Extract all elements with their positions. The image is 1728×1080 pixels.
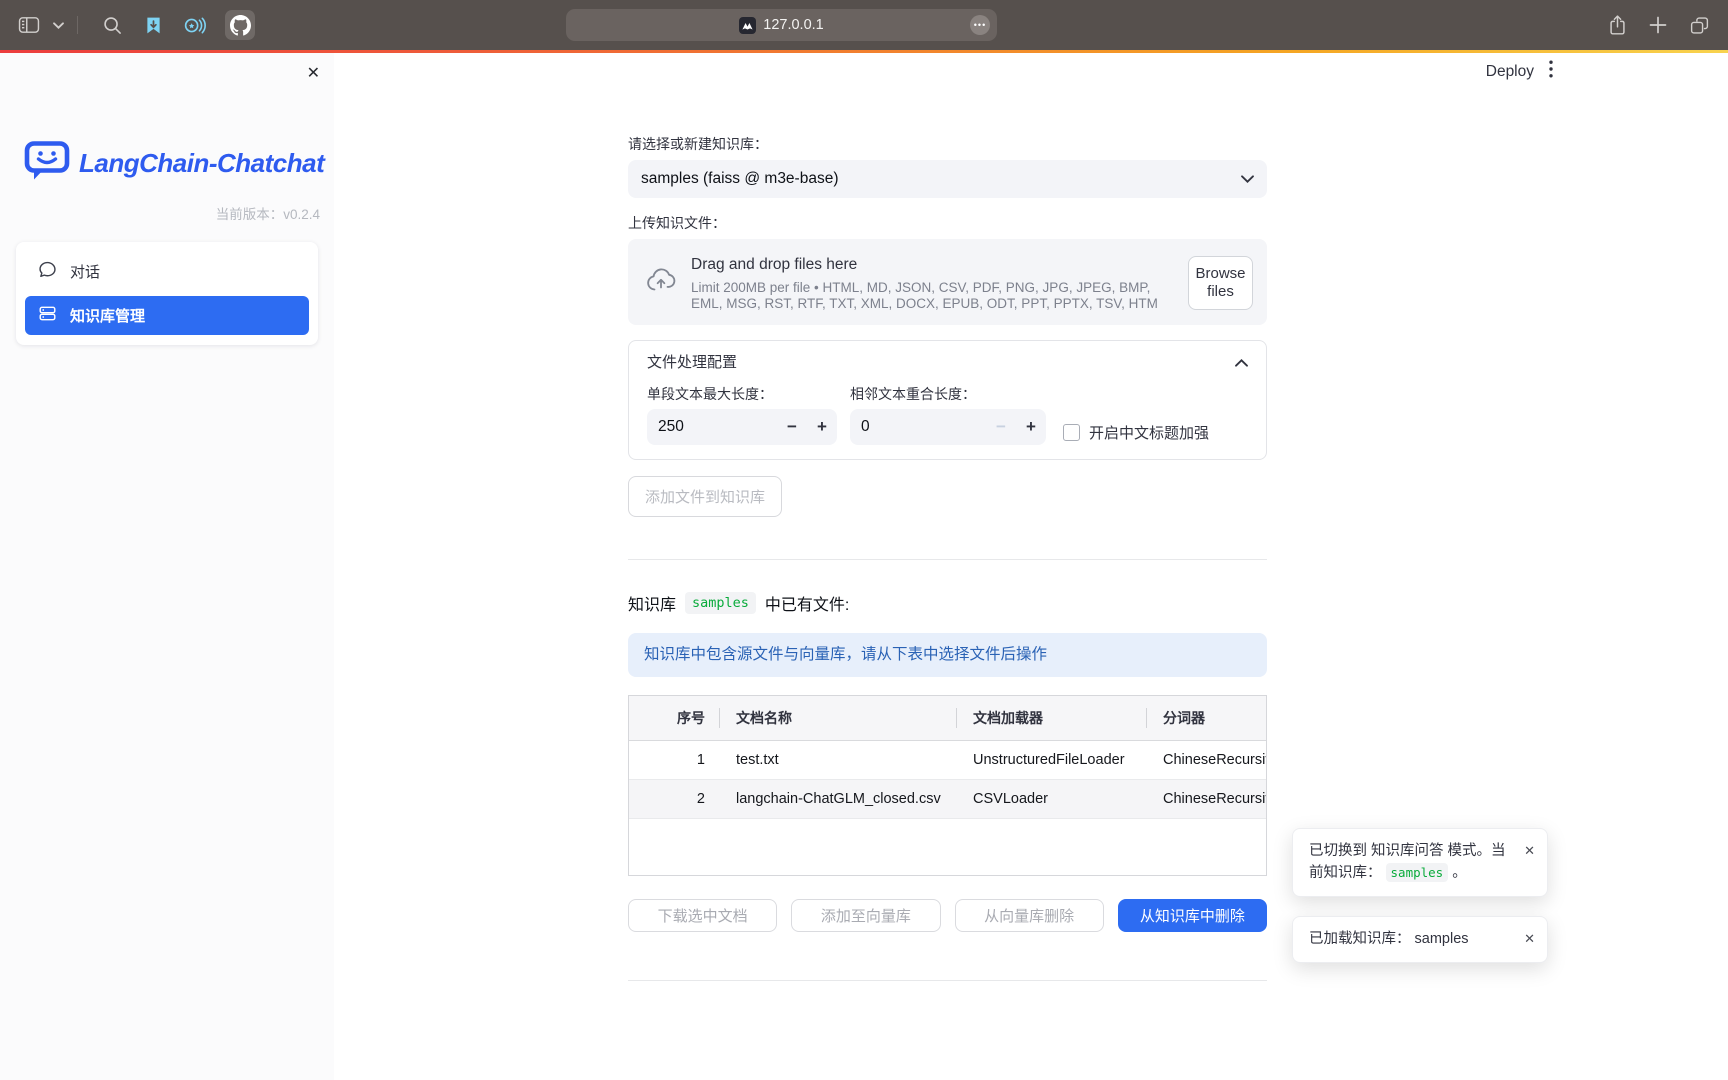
nav-menu: 对话 知识库管理 [16, 242, 318, 345]
search-icon[interactable] [103, 16, 122, 35]
add-files-button[interactable]: 添加文件到知识库 [628, 476, 782, 517]
overlap-size-input[interactable]: 0 − + [850, 409, 1046, 445]
checkbox-unchecked[interactable] [1063, 424, 1080, 441]
new-tab-icon[interactable] [1649, 16, 1667, 34]
close-icon[interactable]: ✕ [1524, 928, 1535, 949]
table-row[interactable]: 1 test.txt UnstructuredFileLoader Chines… [629, 741, 1266, 780]
divider [628, 980, 1267, 981]
bookmark-extension-icon[interactable] [143, 15, 164, 36]
chunk-size-label: 单段文本最大长度： [647, 387, 837, 401]
download-selected-button[interactable]: 下载选中文档 [628, 899, 777, 932]
sidebar: ✕ LangChain-Chatchat 当前版本：v0.2.4 [0, 53, 334, 1080]
github-icon [230, 15, 251, 36]
address-bar[interactable]: 127.0.0.1 ••• [566, 9, 997, 41]
chevron-down-icon [1241, 170, 1254, 188]
table-row[interactable]: 2 langchain-ChatGLM_closed.csv CSVLoader… [629, 780, 1266, 819]
kb-selected-value: samples (faiss @ m3e-base) [641, 170, 839, 188]
browse-files-button[interactable]: Browse files [1188, 256, 1253, 310]
col-header-name: 文档名称 [719, 696, 956, 740]
decrement-button[interactable]: − [986, 409, 1016, 445]
sidebar-toggle-icon[interactable] [18, 16, 40, 34]
version-text: 当前版本：v0.2.4 [0, 203, 320, 223]
delete-from-vector-button[interactable]: 从向量库删除 [955, 899, 1104, 932]
browser-toolbar: 127.0.0.1 ••• [0, 0, 1728, 50]
decrement-button[interactable]: − [777, 409, 807, 445]
expander-title: 文件处理配置 [647, 355, 737, 370]
col-header-index: 序号 [629, 696, 719, 740]
close-icon[interactable]: ✕ [1524, 840, 1535, 861]
sidebar-item-dialogue[interactable]: 对话 [25, 252, 309, 291]
chunk-size-input[interactable]: 250 − + [647, 409, 837, 445]
share-icon[interactable] [1608, 14, 1627, 36]
deploy-button[interactable]: Deploy [1486, 63, 1534, 81]
overlap-size-label: 相邻文本重合长度： [850, 387, 1046, 401]
app-logo-text: LangChain-Chatchat [79, 148, 324, 179]
toolbar-separator [77, 16, 78, 34]
kb-name-code: samples [1386, 863, 1449, 882]
cell-splitter: ChineseRecursiveT [1146, 791, 1266, 807]
toast-mode-switched: 已切换到 知识库问答 模式。当前知识库： samples 。 ✕ [1292, 828, 1548, 897]
increment-button[interactable]: + [807, 409, 837, 445]
cell-name: test.txt [719, 752, 956, 768]
overlap-size-value: 0 [861, 418, 870, 436]
sidebar-item-label: 知识库管理 [70, 305, 145, 326]
increment-button[interactable]: + [1016, 409, 1046, 445]
delete-from-kb-button[interactable]: 从知识库中删除 [1118, 899, 1267, 932]
zh-title-checkbox-group[interactable]: 开启中文标题加强 [1063, 420, 1209, 445]
chunk-size-value: 250 [658, 418, 684, 436]
col-header-splitter: 分词器 [1146, 696, 1266, 740]
expander-header[interactable]: 文件处理配置 [647, 355, 1248, 370]
chat-smiley-logo-icon [24, 140, 70, 187]
cell-splitter: ChineseRecursiveT [1146, 752, 1266, 768]
url-text: 127.0.0.1 [763, 17, 823, 33]
broadcast-extension-icon[interactable] [183, 15, 206, 36]
chevron-down-icon[interactable] [53, 22, 64, 29]
tab-overview-icon[interactable] [1689, 15, 1710, 36]
streamlit-favicon [739, 17, 756, 34]
sidebar-item-knowledge-base[interactable]: 知识库管理 [25, 296, 309, 335]
zh-title-checkbox-label: 开启中文标题加强 [1089, 422, 1209, 443]
sidebar-close-icon[interactable]: ✕ [307, 63, 320, 83]
cell-index: 1 [629, 752, 719, 768]
file-dropzone[interactable]: Drag and drop files here Limit 200MB per… [628, 239, 1267, 325]
cell-index: 2 [629, 791, 719, 807]
table-header-row: 序号 文档名称 文档加载器 分词器 [629, 696, 1266, 741]
chat-bubble-icon [38, 260, 57, 283]
cell-loader: UnstructuredFileLoader [956, 752, 1146, 768]
app-logo: LangChain-Chatchat [24, 140, 334, 187]
chevron-up-icon [1235, 355, 1248, 370]
dropzone-title: Drag and drop files here [691, 256, 1173, 274]
cloud-upload-icon [646, 267, 676, 298]
sidebar-item-label: 对话 [70, 261, 100, 282]
kb-selectbox[interactable]: samples (faiss @ m3e-base) [628, 160, 1267, 198]
kb-name-code: samples [685, 592, 756, 614]
info-alert: 知识库中包含源文件与向量库，请从下表中选择文件后操作 [628, 633, 1267, 677]
toast-kb-loaded: 已加载知识库： samples ✕ [1292, 916, 1548, 963]
cell-name: langchain-ChatGLM_closed.csv [719, 791, 956, 807]
upload-label: 上传知识文件： [628, 216, 1267, 231]
kb-files-table[interactable]: 序号 文档名称 文档加载器 分词器 1 test.txt Unstructure… [628, 695, 1267, 876]
col-header-loader: 文档加载器 [956, 696, 1146, 740]
file-config-expander: 文件处理配置 单段文本最大长度： 250 − + [628, 340, 1267, 460]
github-tab-button[interactable] [225, 10, 255, 40]
cell-loader: CSVLoader [956, 791, 1146, 807]
server-icon [38, 304, 57, 327]
divider [628, 559, 1267, 560]
kb-files-heading: 知识库 samples 中已有文件: [628, 592, 1267, 614]
toast-stack: 已切换到 知识库问答 模式。当前知识库： samples 。 ✕ 已加载知识库：… [1292, 828, 1548, 963]
add-to-vector-button[interactable]: 添加至向量库 [791, 899, 940, 932]
page-settings-icon[interactable]: ••• [970, 15, 990, 35]
dropzone-limit: Limit 200MB per file • HTML, MD, JSON, C… [691, 280, 1173, 312]
kb-select-label: 请选择或新建知识库： [628, 137, 1267, 152]
main-menu-icon[interactable] [1549, 60, 1553, 83]
